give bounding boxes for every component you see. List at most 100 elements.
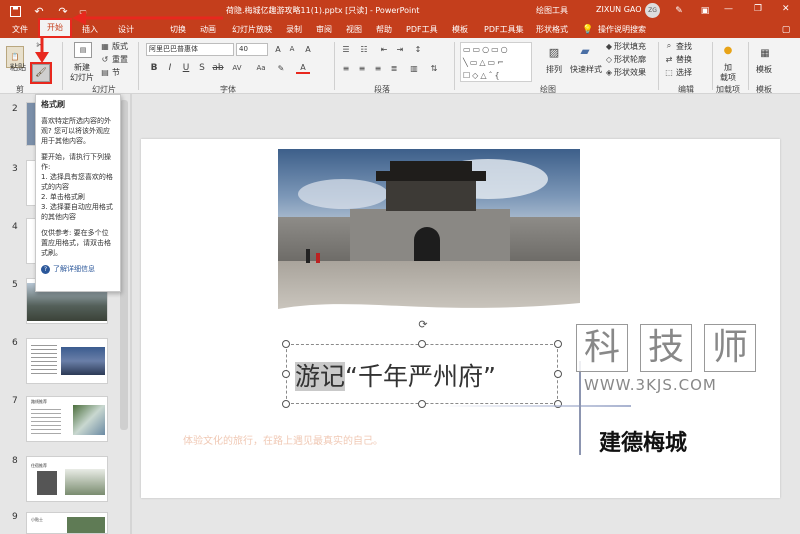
shapes-gallery-icons: ▭▭○▭○ ╲▭△▭⌐ ☐◇△ˆ{ <box>463 45 510 80</box>
tab-file[interactable]: 文件 <box>12 22 28 38</box>
tab-pdf-toolset[interactable]: PDF工具集 <box>484 22 524 38</box>
arrange-button[interactable]: 排列 <box>546 64 562 75</box>
shape-fill-button[interactable]: 形状填充 <box>614 41 646 52</box>
tab-help[interactable]: 帮助 <box>376 22 392 38</box>
resize-handle[interactable] <box>418 400 426 408</box>
arrange-icon[interactable]: ▨ <box>546 44 562 60</box>
tab-review[interactable]: 审阅 <box>316 22 332 38</box>
align-left-icon[interactable]: ≡ <box>340 62 352 74</box>
tab-slideshow[interactable]: 幻灯片放映 <box>232 22 272 38</box>
section-button[interactable]: 节 <box>112 67 120 78</box>
resize-handle[interactable] <box>282 400 290 408</box>
resize-handle[interactable] <box>554 340 562 348</box>
close-button[interactable]: ✕ <box>782 4 790 14</box>
char-spacing-icon[interactable]: AV <box>230 62 244 74</box>
template-button[interactable]: 模板 <box>756 64 772 75</box>
line-spacing-icon[interactable]: ↕ <box>412 43 424 55</box>
slide-thumbnail[interactable]: 小贴士 <box>26 512 108 534</box>
slide-number: 5 <box>12 280 18 290</box>
slide-thumbnail[interactable]: 住宿推荐 <box>26 456 108 502</box>
resize-handle[interactable] <box>282 340 290 348</box>
addins-icon[interactable]: ● <box>722 44 734 56</box>
photo-roof <box>376 171 486 181</box>
restore-button[interactable]: ❐ <box>754 4 762 14</box>
increase-indent-icon[interactable]: ⇥ <box>394 43 406 55</box>
resize-handle[interactable] <box>418 340 426 348</box>
tab-pdf-tools[interactable]: PDF工具 <box>406 22 438 38</box>
clear-format-icon[interactable]: A <box>302 43 314 55</box>
current-slide[interactable]: ⟳ 游记“千年严州府” 体验文化的旅行，在路上遇见最真实的自己。 建德梅城 <box>141 139 780 498</box>
thumb-image <box>61 347 105 375</box>
tab-template[interactable]: 模板 <box>452 22 468 38</box>
columns-icon[interactable]: ▥ <box>408 62 420 74</box>
quick-styles-icon[interactable]: ▰ <box>576 42 594 60</box>
undo-icon[interactable]: ↶ <box>32 4 46 18</box>
highlight-icon[interactable]: ✎ <box>274 62 288 74</box>
tab-record[interactable]: 录制 <box>286 22 302 38</box>
slide-number: 6 <box>12 338 18 348</box>
shape-fill-icon: ◆ <box>605 41 613 51</box>
increase-font-icon[interactable]: A <box>272 43 284 55</box>
tooltip-step-2: 2. 单击格式刷 <box>41 193 85 201</box>
avatar[interactable]: ZG <box>645 3 660 18</box>
pen-icon[interactable]: ✎ <box>672 4 686 18</box>
align-right-icon[interactable]: ≡ <box>372 62 384 74</box>
minimize-button[interactable]: — <box>724 4 733 14</box>
tab-view[interactable]: 视图 <box>346 22 362 38</box>
rotate-handle-icon[interactable]: ⟳ <box>416 317 430 331</box>
shape-outline-button[interactable]: 形状轮廓 <box>614 54 646 65</box>
slide-number: 7 <box>12 396 18 406</box>
font-color-icon[interactable]: A <box>296 62 310 74</box>
italic-icon[interactable]: I <box>164 62 176 74</box>
photo-person <box>306 249 310 263</box>
resize-handle[interactable] <box>554 370 562 378</box>
shape-effects-button[interactable]: 形状效果 <box>614 67 646 78</box>
slide-thumbnail[interactable]: 路线推荐 <box>26 396 108 442</box>
tooltip-learn-more[interactable]: ? 了解详细信息 <box>41 264 115 274</box>
text-direction-icon[interactable]: ⇅ <box>428 62 440 74</box>
underline-icon[interactable]: U <box>180 62 192 74</box>
slide-number: 4 <box>12 222 18 232</box>
tab-home[interactable]: 开始 <box>38 18 72 38</box>
thumbnail-scrollbar[interactable] <box>120 100 128 430</box>
slide-subtitle[interactable]: 体验文化的旅行，在路上遇见最真实的自己。 <box>183 432 383 447</box>
bullets-icon[interactable]: ☰ <box>340 43 352 55</box>
slide-photo[interactable] <box>278 149 580 317</box>
ribbon-display-icon[interactable]: ▣ <box>698 4 712 18</box>
resize-handle[interactable] <box>282 370 290 378</box>
decrease-font-icon[interactable]: A <box>286 43 298 55</box>
reset-button[interactable]: 重置 <box>112 54 128 65</box>
find-button[interactable]: 查找 <box>676 41 692 52</box>
change-case-icon[interactable]: Aa <box>254 62 268 74</box>
align-center-icon[interactable]: ≡ <box>356 62 368 74</box>
layout-button[interactable]: 版式 <box>112 41 128 52</box>
help-icon: ? <box>41 264 50 274</box>
bold-icon[interactable]: B <box>148 62 160 74</box>
location-label[interactable]: 建德梅城 <box>599 425 687 457</box>
tab-shape-format[interactable]: 形状格式 <box>536 22 568 38</box>
user-name[interactable]: ZIXUN GAO <box>596 5 642 14</box>
addins-label-2[interactable]: 载项 <box>720 72 736 83</box>
quick-styles-button[interactable]: 快速样式 <box>570 64 602 75</box>
window-title: 荷隐.梅城亿趣游攻略11(1).pptx [只读] - PowerPoint <box>226 6 420 15</box>
select-button[interactable]: 选择 <box>676 67 692 78</box>
strikethrough-icon[interactable]: ab <box>212 62 224 74</box>
paste-label[interactable]: 粘贴 <box>10 62 26 73</box>
new-slide-icon[interactable]: ▤ <box>74 42 92 58</box>
font-name-select[interactable]: 阿里巴巴普惠体 <box>146 43 234 56</box>
comment-icon[interactable]: ▢ <box>780 24 792 36</box>
font-size-select[interactable]: 40 <box>236 43 268 56</box>
title-textbox[interactable]: 游记“千年严州府” <box>286 344 558 404</box>
tell-me-search[interactable]: 操作说明搜索 <box>598 22 646 38</box>
template-icon[interactable]: ▦ <box>758 46 772 60</box>
justify-icon[interactable]: ≣ <box>388 62 400 74</box>
decrease-indent-icon[interactable]: ⇤ <box>378 43 390 55</box>
replace-button[interactable]: 替换 <box>676 54 692 65</box>
slide-thumbnail[interactable] <box>26 338 108 384</box>
shapes-gallery[interactable]: ▭▭○▭○ ╲▭△▭⌐ ☐◇△ˆ{ <box>460 42 532 82</box>
divider <box>658 42 659 90</box>
shadow-icon[interactable]: S <box>196 62 208 74</box>
new-slide-label-2[interactable]: 幻灯片 <box>70 72 94 83</box>
numbering-icon[interactable]: ☷ <box>358 43 370 55</box>
save-icon[interactable] <box>8 4 22 18</box>
